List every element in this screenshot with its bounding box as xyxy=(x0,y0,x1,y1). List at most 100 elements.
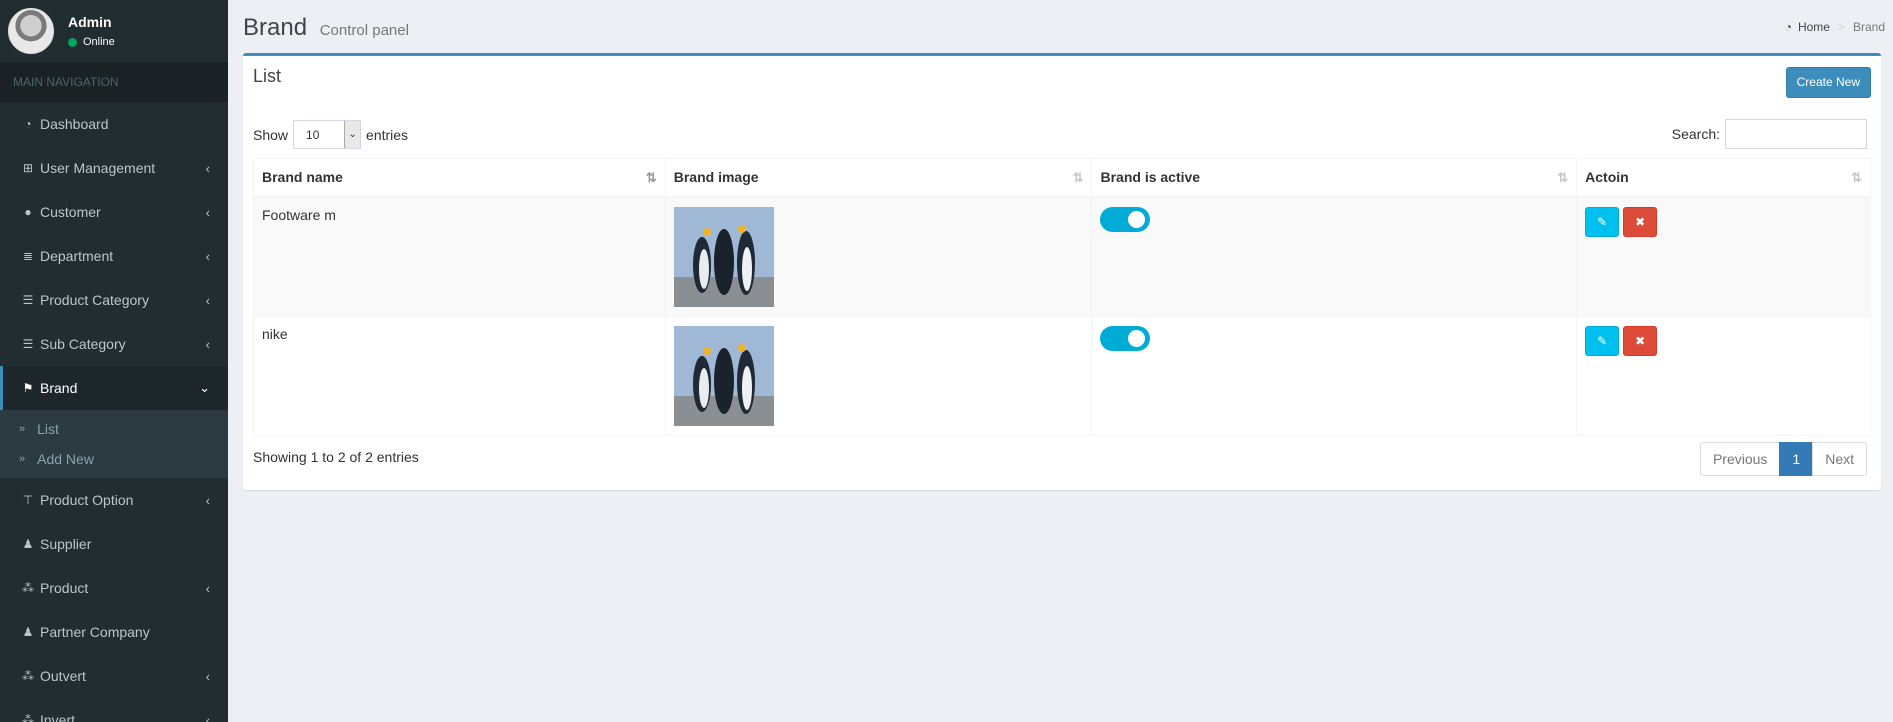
table-info: Showing 1 to 2 of 2 entries xyxy=(253,449,419,465)
chevron-left-icon: ‹ xyxy=(205,668,210,684)
online-status-icon xyxy=(68,37,77,47)
delete-button[interactable]: ✖ xyxy=(1623,206,1658,237)
sidebar-item-label: Outvert xyxy=(40,668,86,684)
sidebar-item-label: User Management xyxy=(40,160,156,176)
chevron-down-icon: ⌄ xyxy=(199,380,210,395)
create-new-button[interactable]: Create New xyxy=(1785,67,1871,98)
brand-image-cell xyxy=(664,315,1093,436)
user-name: Admin xyxy=(68,14,112,30)
nav-header: MAIN NAVIGATION xyxy=(0,62,228,102)
sidebar-item-department[interactable]: ≣ Department ‹ xyxy=(0,234,228,278)
breadcrumb-home-link[interactable]: Home xyxy=(1798,20,1830,34)
next-page-button[interactable]: Next xyxy=(1812,442,1867,476)
sidebar-item-customer[interactable]: ● Customer ‹ xyxy=(0,190,228,234)
double-angle-right-icon: » xyxy=(19,453,26,465)
sort-asc-icon: ⇅ xyxy=(645,170,657,185)
toggle-knob xyxy=(1128,210,1146,228)
signpost-icon: ⊤ xyxy=(22,493,34,507)
sidebar-item-label: Product xyxy=(40,580,89,596)
sidebar-item-partner-company[interactable]: ♟ Partner Company xyxy=(0,610,228,654)
list-icon: ☰ xyxy=(22,293,34,307)
brand-active-cell xyxy=(1091,196,1578,317)
close-icon: ✖ xyxy=(1635,333,1646,348)
brand-active-cell xyxy=(1091,315,1578,436)
sidebar-item-label: Product Category xyxy=(40,292,149,308)
column-header-brand-active[interactable]: Brand is active ⇅ xyxy=(1091,158,1578,198)
sort-icon: ⇅ xyxy=(1557,170,1569,185)
dashboard-icon: ◔ xyxy=(24,117,32,131)
users-icon: ♟ xyxy=(22,625,34,639)
submenu-item-add-new[interactable]: » Add New xyxy=(0,444,228,474)
toggle-knob xyxy=(1128,329,1146,347)
avatar xyxy=(8,8,54,54)
submenu-item-list[interactable]: » List xyxy=(0,414,228,444)
chevron-left-icon: ‹ xyxy=(205,580,210,596)
breadcrumb-separator: > xyxy=(1837,20,1845,34)
page-1-button[interactable]: 1 xyxy=(1779,442,1814,476)
column-header-label: Brand image xyxy=(673,169,759,186)
column-header-action[interactable]: Actoin ⇅ xyxy=(1576,158,1871,198)
table-row: Footware m ✎ ✖ xyxy=(253,196,1871,317)
sidebar-item-brand[interactable]: ⚑ Brand ⌄ xyxy=(0,366,228,410)
active-toggle[interactable] xyxy=(1100,206,1151,232)
entries-select[interactable]: 10 ⌄ xyxy=(293,120,362,149)
close-icon: ✖ xyxy=(1635,214,1646,229)
sort-icon: ⇅ xyxy=(1072,170,1084,185)
edit-button[interactable]: ✎ xyxy=(1585,325,1620,356)
sidebar-item-label: Sub Category xyxy=(40,336,126,352)
brand-name-cell: Footware m xyxy=(253,196,666,317)
table-row: nike ✎ ✖ xyxy=(253,315,1871,436)
sidebar-item-label: Supplier xyxy=(40,536,92,552)
entries-label: entries xyxy=(366,126,409,143)
brand-table: Brand name ⇅ Brand image ⇅ Brand is acti… xyxy=(253,158,1871,436)
page-title-text: Brand xyxy=(243,14,308,41)
box-title: List xyxy=(253,66,282,86)
sidebar-item-outvert[interactable]: ⁂ Outvert ‹ xyxy=(0,654,228,698)
sidebar-item-user-management[interactable]: ⊞ User Management ‹ xyxy=(0,146,228,190)
cubes-icon: ⁂ xyxy=(22,581,34,595)
dashboard-icon: ◔ xyxy=(1784,20,1792,34)
chevron-left-icon: ‹ xyxy=(205,248,210,264)
column-header-brand-name[interactable]: Brand name ⇅ xyxy=(253,158,666,198)
table-header-row: Brand name ⇅ Brand image ⇅ Brand is acti… xyxy=(253,158,1871,198)
cubes-icon: ⁂ xyxy=(22,713,34,722)
user-info: Admin Online xyxy=(68,14,115,48)
entries-select-value: 10 xyxy=(306,127,320,142)
chevron-left-icon: ‹ xyxy=(205,160,210,176)
edit-button[interactable]: ✎ xyxy=(1585,206,1620,237)
show-label: Show xyxy=(253,126,289,143)
brand-image xyxy=(673,325,774,426)
brand-name-cell: nike xyxy=(253,315,666,436)
column-header-label: Actoin xyxy=(1585,169,1629,186)
edit-icon: ✎ xyxy=(1597,333,1608,348)
show-entries: Show 10 ⌄ entries xyxy=(253,120,408,149)
sidebar-item-sub-category[interactable]: ☰ Sub Category ‹ xyxy=(0,322,228,366)
sidebar-item-label: Customer xyxy=(40,204,101,220)
sidebar-item-product-option[interactable]: ⊤ Product Option ‹ xyxy=(0,478,228,522)
sidebar-item-invert[interactable]: ⁂ Invert ‹ xyxy=(0,698,228,722)
database-icon: ≣ xyxy=(22,249,34,263)
column-header-brand-image[interactable]: Brand image ⇅ xyxy=(664,158,1093,198)
sidebar-item-label: Brand xyxy=(40,380,78,396)
sidebar-item-product[interactable]: ⁂ Product ‹ xyxy=(0,566,228,610)
edit-icon: ✎ xyxy=(1597,214,1608,229)
previous-page-button[interactable]: Previous xyxy=(1699,442,1781,476)
sidebar-item-label: Partner Company xyxy=(40,624,150,640)
sidebar-item-label: Product Option xyxy=(40,492,134,508)
list-icon: ☰ xyxy=(22,337,34,351)
sidebar-item-supplier[interactable]: ♟ Supplier xyxy=(0,522,228,566)
search-input[interactable] xyxy=(1725,119,1867,149)
chevron-left-icon: ‹ xyxy=(205,712,210,722)
action-cell: ✎ ✖ xyxy=(1576,196,1871,317)
column-header-label: Brand name xyxy=(262,169,343,186)
breadcrumb: ◔ Home > Brand xyxy=(1785,20,1885,34)
breadcrumb-current: Brand xyxy=(1852,20,1885,34)
active-toggle[interactable] xyxy=(1100,325,1151,351)
sidebar-item-label: Dashboard xyxy=(40,116,109,132)
user-panel: Admin Online xyxy=(0,0,228,62)
delete-button[interactable]: ✖ xyxy=(1623,325,1658,356)
chevron-down-icon: ⌄ xyxy=(344,121,361,148)
sidebar-item-product-category[interactable]: ☰ Product Category ‹ xyxy=(0,278,228,322)
user-icon: ● xyxy=(24,205,32,219)
sidebar-item-dashboard[interactable]: ◔ Dashboard xyxy=(0,102,228,146)
